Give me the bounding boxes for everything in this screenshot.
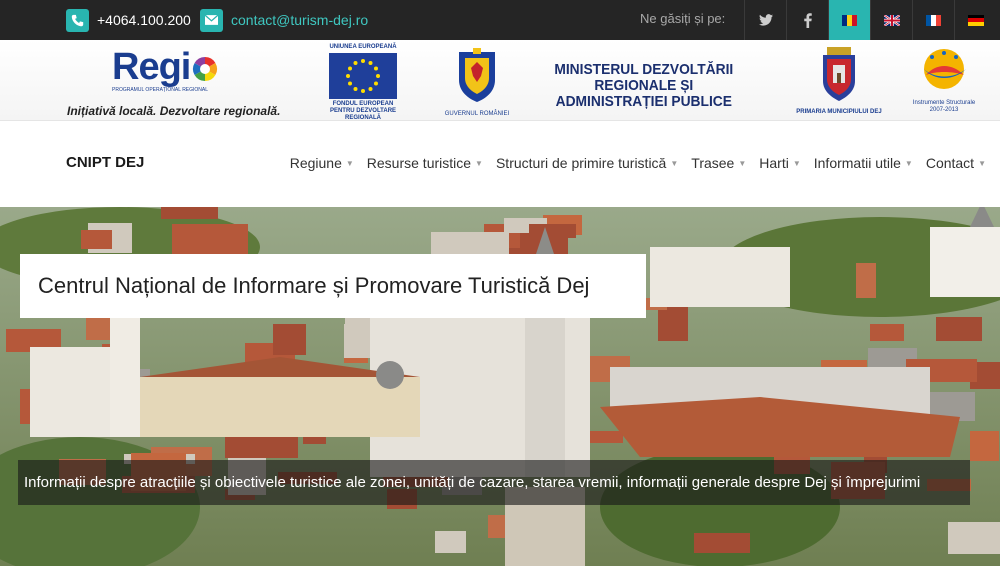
government-label: GUVERNUL ROMÂNIEI [444,111,510,117]
instrumente-structurale-icon [924,49,966,89]
eu-star [368,61,373,66]
eu-star [361,59,365,63]
caret-down-icon: ▼ [345,158,354,168]
roof-shape [970,431,999,461]
nav-item-harti[interactable]: Harti ▼ [759,155,800,171]
regio-tagline: Inițiativă locală. Dezvoltare regională. [67,104,281,118]
eu-star [353,86,358,91]
eu-fund-label: FONDUL EUROPEAN PENTRU DEZVOLTARE REGION… [329,101,397,121]
roof-shape [273,324,306,355]
ministry-logo: MINISTERUL DEZVOLTĂRII REGIONALE ȘI ADMI… [554,61,734,110]
caret-down-icon: ▼ [904,158,913,168]
roof-shape [870,324,904,341]
lang-romanian[interactable] [828,0,870,40]
site-brand[interactable]: CNIPT DEJ [66,154,144,171]
find-us-label: Ne găsiți și pe: [640,11,726,26]
phone-icon [66,8,89,32]
facebook-link[interactable] [786,0,828,40]
dej-coat-of-arms-icon [823,47,855,101]
nav-label: Trasee [691,155,735,171]
flag-romania-icon [841,14,858,26]
roof-shape [948,522,1000,554]
main-menu: Regiune ▼ Resurse turistice ▼ Structuri de… [277,155,986,171]
hero-title-box: Centrul Național de Informare și Promova… [20,254,646,318]
regio-color-wheel-icon [193,56,218,81]
envelope-icon [200,8,223,32]
regio-logo: Regi PROGRAMUL OPERAȚIONAL REGIONAL [112,48,218,93]
eu-star [348,81,353,86]
roof-shape [81,230,112,249]
eu-logo: UNIUNEA EUROPEANĂ FONDUL EUROPEAN PENTRU… [322,44,404,122]
flag-germany-icon [967,14,984,26]
top-bar: +4064.100.200 contact@turism-dej.ro Ne g… [0,0,1000,40]
twitter-icon [758,14,773,26]
primaria-label: PRIMARIA MUNICIPIULUI DEJ [796,109,882,115]
flag-uk-icon [883,14,900,26]
romania-coat-of-arms-icon [459,48,495,102]
eu-star [373,81,378,86]
nav-label: Regiune [289,155,342,171]
email-address[interactable]: contact@turism-dej.ro [231,12,368,28]
eu-star [373,66,378,71]
hero-description-box: Informații despre atracțiile și obiectiv… [18,460,970,505]
nav-item-structuri[interactable]: Structuri de primire turistică ▼ [496,155,678,171]
eu-star [376,74,380,78]
caret-down-icon: ▼ [475,158,483,168]
facebook-icon [803,12,812,28]
nav-label: Resurse turistice [366,155,472,171]
caret-down-icon: ▼ [670,158,679,168]
nav-label: Informatii utile [813,155,901,171]
lang-german[interactable] [954,0,996,40]
phone-contact[interactable]: +4064.100.200 [66,8,191,32]
hero-banner: Centrul Național de Informare și Promova… [0,207,1000,566]
nav-item-trasee[interactable]: Trasee ▼ [691,155,746,171]
primaria-logo: PRIMARIA MUNICIPIULUI DEJ [784,45,894,115]
eu-star [361,89,365,93]
nav-label: Structuri de primire turistică [495,155,667,171]
regio-wordmark: Regi [112,46,191,88]
partner-logos-banner: Regi PROGRAMUL OPERAȚIONAL REGIONAL Iniț… [0,40,1000,122]
regio-subtitle: PROGRAMUL OPERAȚIONAL REGIONAL [112,87,209,93]
main-navbar: CNIPT DEJ Regiune ▼ Resurse turistice ▼ St… [0,120,1000,207]
eu-star [368,86,373,91]
caret-down-icon: ▼ [792,158,801,168]
email-contact[interactable]: contact@turism-dej.ro [200,8,368,32]
roof-shape [694,533,750,553]
caret-down-icon: ▼ [738,158,747,168]
hero-title: Centrul Național de Informare și Promova… [38,273,590,298]
phone-number[interactable]: +4064.100.200 [97,12,191,28]
roof-shape [856,263,876,298]
nav-item-regiune[interactable]: Regiune ▼ [290,155,354,171]
instrumente-structurale-logo: Instrumente Structurale 2007-2013 [905,45,983,114]
lang-english[interactable] [870,0,912,40]
hero-description: Informații despre atracțiile și obiectiv… [24,474,921,491]
nav-item-contact[interactable]: Contact ▼ [926,155,986,171]
roof-shape [529,224,576,238]
flag-france-icon [925,14,942,26]
eu-flag-icon [329,53,397,99]
eu-label: UNIUNEA EUROPEANĂ [329,44,397,50]
caret-down-icon: ▼ [978,158,986,168]
instrumente-label: Instrumente Structurale 2007-2013 [912,100,976,113]
twitter-link[interactable] [744,0,786,40]
eu-star [348,66,353,71]
nav-item-resurse-turistice[interactable]: Resurse turistice ▼ [367,155,483,171]
roof-shape [936,317,982,341]
nav-label: Contact [925,155,975,171]
roof-shape [435,531,466,553]
eu-star [346,74,350,78]
roof-shape [161,207,218,219]
eu-star [353,61,358,66]
nav-label: Harti [759,155,789,171]
lang-french[interactable] [912,0,954,40]
nav-item-informatii-utile[interactable]: Informatii utile ▼ [814,155,913,171]
government-logo: GUVERNUL ROMÂNIEI [432,46,522,117]
